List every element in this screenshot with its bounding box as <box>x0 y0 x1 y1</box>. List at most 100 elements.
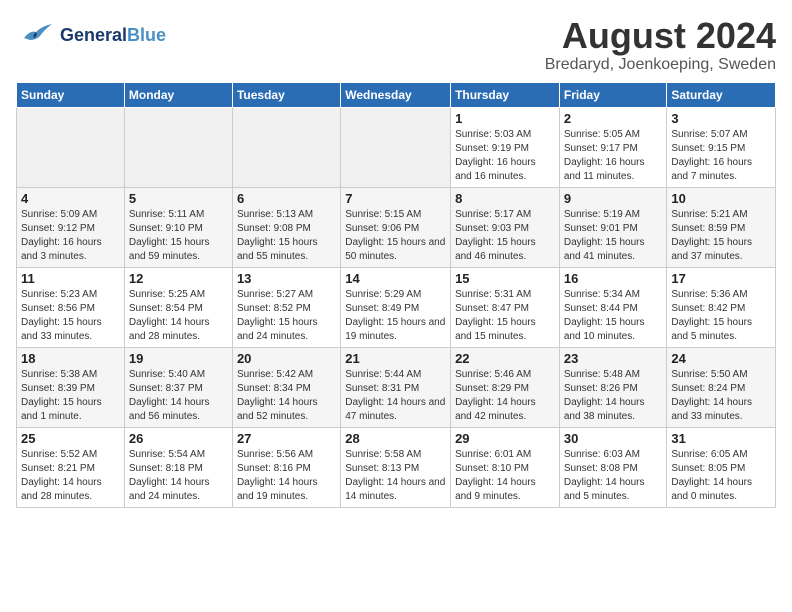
calendar-cell: 2 Sunrise: 5:05 AMSunset: 9:17 PMDaylight… <box>559 107 667 187</box>
calendar-cell: 20 Sunrise: 5:42 AMSunset: 8:34 PMDayligh… <box>232 347 340 427</box>
day-number: 8 <box>455 191 555 206</box>
calendar-cell: 1 Sunrise: 5:03 AMSunset: 9:19 PMDaylight… <box>451 107 560 187</box>
day-number: 21 <box>345 351 446 366</box>
weekday-header-saturday: Saturday <box>667 82 776 107</box>
day-number: 30 <box>564 431 663 446</box>
calendar-cell <box>17 107 125 187</box>
location-subtitle: Bredaryd, Joenkoeping, Sweden <box>545 56 776 74</box>
calendar-week-row: 11Sunrise: 5:23 AMSunset: 8:56 PMDayligh… <box>17 267 776 347</box>
calendar-cell: 16 Sunrise: 5:34 AMSunset: 8:44 PMDayligh… <box>559 267 667 347</box>
day-number: 19 <box>129 351 228 366</box>
calendar-cell <box>232 107 340 187</box>
calendar-cell: 27Sunrise: 5:56 AMSunset: 8:16 PMDayligh… <box>232 427 340 507</box>
day-number: 9 <box>564 191 663 206</box>
calendar-cell: 18 Sunrise: 5:38 AMSunset: 8:39 PMDayligh… <box>17 347 125 427</box>
calendar-week-row: 25Sunrise: 5:52 AMSunset: 8:21 PMDayligh… <box>17 427 776 507</box>
day-number: 15 <box>455 271 555 286</box>
day-info: Sunrise: 5:46 AMSunset: 8:29 PMDaylight:… <box>455 368 555 424</box>
logo-blue: Blue <box>127 25 166 45</box>
weekday-header-sunday: Sunday <box>17 82 125 107</box>
calendar-cell: 21 Sunrise: 5:44 AMSunset: 8:31 PMDayligh… <box>341 347 451 427</box>
day-info: Sunrise: 5:50 AMSunset: 8:24 PMDaylight:… <box>671 368 771 424</box>
day-number: 31 <box>671 431 771 446</box>
day-number: 12 <box>129 271 228 286</box>
day-number: 23 <box>564 351 663 366</box>
day-number: 20 <box>237 351 336 366</box>
calendar-cell <box>124 107 232 187</box>
day-info: Sunrise: 5:21 AMSunset: 8:59 PMDaylight:… <box>671 208 771 264</box>
calendar-cell: 17Sunrise: 5:36 AMSunset: 8:42 PMDayligh… <box>667 267 776 347</box>
day-info: Sunrise: 5:19 AMSunset: 9:01 PMDaylight:… <box>564 208 663 264</box>
day-info: Sunrise: 5:48 AMSunset: 8:26 PMDaylight:… <box>564 368 663 424</box>
calendar-cell: 30Sunrise: 6:03 AMSunset: 8:08 PMDayligh… <box>559 427 667 507</box>
calendar-cell: 9 Sunrise: 5:19 AMSunset: 9:01 PMDaylight… <box>559 187 667 267</box>
day-number: 26 <box>129 431 228 446</box>
day-number: 6 <box>237 191 336 206</box>
logo: GeneralBlue <box>16 16 166 56</box>
logo-icon <box>16 16 56 56</box>
calendar-cell: 4 Sunrise: 5:09 AMSunset: 9:12 PMDaylight… <box>17 187 125 267</box>
day-number: 1 <box>455 111 555 126</box>
page-header: GeneralBlue August 2024 Bredaryd, Joenko… <box>16 16 776 74</box>
day-number: 2 <box>564 111 663 126</box>
title-section: August 2024 Bredaryd, Joenkoeping, Swede… <box>545 16 776 74</box>
calendar-cell: 13Sunrise: 5:27 AMSunset: 8:52 PMDayligh… <box>232 267 340 347</box>
day-number: 16 <box>564 271 663 286</box>
day-info: Sunrise: 5:40 AMSunset: 8:37 PMDaylight:… <box>129 368 228 424</box>
calendar-cell: 14 Sunrise: 5:29 AMSunset: 8:49 PMDayligh… <box>341 267 451 347</box>
weekday-header-friday: Friday <box>559 82 667 107</box>
day-info: Sunrise: 5:25 AMSunset: 8:54 PMDaylight:… <box>129 288 228 344</box>
calendar-table: SundayMondayTuesdayWednesdayThursdayFrid… <box>16 82 776 508</box>
calendar-cell: 5Sunrise: 5:11 AMSunset: 9:10 PMDaylight… <box>124 187 232 267</box>
calendar-cell: 11Sunrise: 5:23 AMSunset: 8:56 PMDayligh… <box>17 267 125 347</box>
weekday-header-monday: Monday <box>124 82 232 107</box>
day-number: 4 <box>21 191 120 206</box>
calendar-cell: 23 Sunrise: 5:48 AMSunset: 8:26 PMDayligh… <box>559 347 667 427</box>
calendar-cell: 7 Sunrise: 5:15 AMSunset: 9:06 PMDaylight… <box>341 187 451 267</box>
calendar-cell: 26 Sunrise: 5:54 AMSunset: 8:18 PMDayligh… <box>124 427 232 507</box>
day-number: 25 <box>21 431 120 446</box>
calendar-cell: 29Sunrise: 6:01 AMSunset: 8:10 PMDayligh… <box>451 427 560 507</box>
weekday-header-tuesday: Tuesday <box>232 82 340 107</box>
day-number: 10 <box>671 191 771 206</box>
calendar-week-row: 18 Sunrise: 5:38 AMSunset: 8:39 PMDayligh… <box>17 347 776 427</box>
calendar-cell: 25Sunrise: 5:52 AMSunset: 8:21 PMDayligh… <box>17 427 125 507</box>
calendar-cell: 3Sunrise: 5:07 AMSunset: 9:15 PMDaylight… <box>667 107 776 187</box>
day-info: Sunrise: 5:11 AMSunset: 9:10 PMDaylight:… <box>129 208 228 264</box>
day-info: Sunrise: 6:01 AMSunset: 8:10 PMDaylight:… <box>455 448 555 504</box>
day-info: Sunrise: 5:58 AMSunset: 8:13 PMDaylight:… <box>345 448 446 504</box>
calendar-cell: 10 Sunrise: 5:21 AMSunset: 8:59 PMDayligh… <box>667 187 776 267</box>
day-info: Sunrise: 5:54 AMSunset: 8:18 PMDaylight:… <box>129 448 228 504</box>
day-number: 14 <box>345 271 446 286</box>
day-info: Sunrise: 5:29 AMSunset: 8:49 PMDaylight:… <box>345 288 446 344</box>
day-number: 7 <box>345 191 446 206</box>
calendar-cell: 28 Sunrise: 5:58 AMSunset: 8:13 PMDayligh… <box>341 427 451 507</box>
day-number: 11 <box>21 271 120 286</box>
weekday-header-thursday: Thursday <box>451 82 560 107</box>
day-info: Sunrise: 5:38 AMSunset: 8:39 PMDaylight:… <box>21 368 120 424</box>
day-info: Sunrise: 6:05 AMSunset: 8:05 PMDaylight:… <box>671 448 771 504</box>
day-info: Sunrise: 5:44 AMSunset: 8:31 PMDaylight:… <box>345 368 446 424</box>
day-number: 28 <box>345 431 446 446</box>
day-info: Sunrise: 5:34 AMSunset: 8:44 PMDaylight:… <box>564 288 663 344</box>
calendar-week-row: 1 Sunrise: 5:03 AMSunset: 9:19 PMDaylight… <box>17 107 776 187</box>
day-info: Sunrise: 5:03 AMSunset: 9:19 PMDaylight:… <box>455 128 555 184</box>
month-year-title: August 2024 <box>545 16 776 56</box>
day-info: Sunrise: 5:42 AMSunset: 8:34 PMDaylight:… <box>237 368 336 424</box>
calendar-cell: 19 Sunrise: 5:40 AMSunset: 8:37 PMDayligh… <box>124 347 232 427</box>
weekday-header-wednesday: Wednesday <box>341 82 451 107</box>
day-number: 24 <box>671 351 771 366</box>
calendar-cell: 24 Sunrise: 5:50 AMSunset: 8:24 PMDayligh… <box>667 347 776 427</box>
day-number: 18 <box>21 351 120 366</box>
day-info: Sunrise: 5:15 AMSunset: 9:06 PMDaylight:… <box>345 208 446 264</box>
day-info: Sunrise: 5:05 AMSunset: 9:17 PMDaylight:… <box>564 128 663 184</box>
logo-text-block: GeneralBlue <box>60 26 166 46</box>
calendar-cell: 8Sunrise: 5:17 AMSunset: 9:03 PMDaylight… <box>451 187 560 267</box>
day-info: Sunrise: 5:13 AMSunset: 9:08 PMDaylight:… <box>237 208 336 264</box>
calendar-header-row: SundayMondayTuesdayWednesdayThursdayFrid… <box>17 82 776 107</box>
day-number: 3 <box>671 111 771 126</box>
calendar-cell <box>341 107 451 187</box>
day-info: Sunrise: 5:56 AMSunset: 8:16 PMDaylight:… <box>237 448 336 504</box>
day-info: Sunrise: 5:09 AMSunset: 9:12 PMDaylight:… <box>21 208 120 264</box>
calendar-cell: 12 Sunrise: 5:25 AMSunset: 8:54 PMDayligh… <box>124 267 232 347</box>
